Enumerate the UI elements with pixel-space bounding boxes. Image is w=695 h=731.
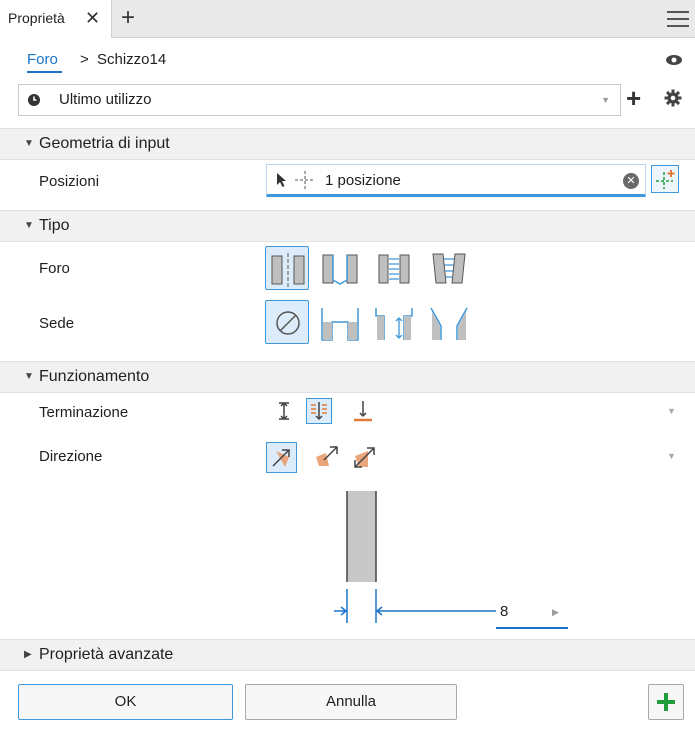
add-point-button[interactable] (651, 165, 679, 193)
spotface-icon (375, 308, 413, 340)
apply-button[interactable] (648, 684, 684, 720)
clear-icon[interactable]: ✕ (623, 173, 639, 189)
tapered-hole-icon (432, 253, 466, 284)
ok-button[interactable]: OK (18, 684, 233, 720)
termination-label: Terminazione (39, 404, 129, 421)
clearance-hole-button[interactable] (318, 246, 362, 290)
seat-label: Sede (39, 315, 75, 332)
simple-hole-icon (271, 253, 305, 287)
diameter-input[interactable]: 8 ▶ (496, 598, 568, 629)
menu-icon[interactable] (667, 11, 689, 28)
spotface-button[interactable] (372, 300, 416, 344)
chevron-right-icon[interactable]: ▶ (552, 607, 559, 618)
close-icon[interactable]: ✕ (85, 8, 100, 29)
chevron-down-icon: ▼ (24, 138, 34, 149)
positions-label: Posizioni (39, 173, 100, 190)
diameter-value: 8 (500, 603, 509, 620)
countersink-icon (430, 307, 468, 340)
no-seat-icon (276, 311, 300, 335)
section-advanced[interactable]: ▶ Proprietà avanzate (0, 639, 695, 671)
simple-hole-button[interactable] (265, 246, 309, 290)
direction-symmetric-button[interactable] (350, 442, 380, 472)
tapered-tapped-hole-button[interactable] (427, 246, 471, 290)
cancel-button[interactable]: Annulla (245, 684, 457, 720)
positions-field[interactable]: 1 posizione ✕ (266, 164, 646, 197)
tab-label: Proprietà (8, 10, 65, 26)
chevron-right-icon: ▶ (24, 649, 32, 660)
plus-icon[interactable]: + (121, 4, 135, 32)
gear-icon[interactable] (664, 89, 682, 107)
chevron-down-icon: ▼ (24, 220, 34, 231)
to-termination-button[interactable] (350, 398, 376, 424)
clearance-hole-icon (322, 254, 358, 285)
add-preset-button[interactable]: + (626, 83, 641, 114)
chevron-down-icon: ▼ (24, 371, 34, 382)
preset-dropdown[interactable]: Ultimo utilizzo ▼ (18, 84, 621, 116)
counterbore-button[interactable] (318, 300, 362, 344)
tab-properties[interactable]: Proprietà ✕ (0, 0, 112, 38)
section-label: Tipo (39, 217, 70, 234)
direction-default-button[interactable] (266, 442, 297, 473)
direction-flip-button[interactable] (312, 442, 342, 472)
tapped-hole-icon (378, 254, 410, 284)
countersink-button[interactable] (427, 300, 471, 344)
section-label: Funzionamento (39, 368, 150, 385)
section-type[interactable]: ▼ Tipo (0, 210, 695, 242)
section-label: Proprietà avanzate (39, 646, 174, 663)
direction-default-icon (272, 449, 290, 467)
chevron-down-icon[interactable]: ▼ (667, 451, 676, 461)
clock-icon (28, 94, 40, 106)
section-input-geometry[interactable]: ▼ Geometria di input (0, 128, 695, 160)
section-label: Geometria di input (39, 135, 170, 152)
counterbore-icon (321, 308, 359, 341)
direction-flip-icon (316, 446, 338, 466)
direction-symmetric-icon (354, 447, 375, 468)
through-all-termination-button[interactable] (306, 398, 332, 424)
direction-label: Direzione (39, 448, 103, 465)
chevron-down-icon: ▼ (601, 95, 610, 105)
add-point-icon (656, 170, 675, 189)
positions-value: 1 posizione (325, 172, 401, 189)
tapped-hole-button[interactable] (372, 246, 416, 290)
preset-value: Ultimo utilizzo (59, 91, 152, 108)
eye-icon[interactable] (665, 54, 683, 66)
cursor-icon (277, 173, 286, 187)
chevron-down-icon[interactable]: ▼ (667, 406, 676, 416)
plus-icon (657, 693, 675, 711)
breadcrumb-separator: > (80, 51, 89, 68)
distance-icon (279, 401, 289, 421)
distance-termination-button[interactable] (271, 398, 297, 424)
point-icon (295, 171, 315, 189)
no-seat-button[interactable] (265, 300, 309, 344)
breadcrumb-link[interactable]: Foro (27, 51, 62, 73)
breadcrumb-current: Schizzo14 (97, 51, 167, 68)
section-behavior[interactable]: ▼ Funzionamento (0, 361, 695, 393)
hole-label: Foro (39, 260, 70, 277)
through-all-icon (311, 402, 327, 421)
to-face-icon (354, 401, 372, 422)
